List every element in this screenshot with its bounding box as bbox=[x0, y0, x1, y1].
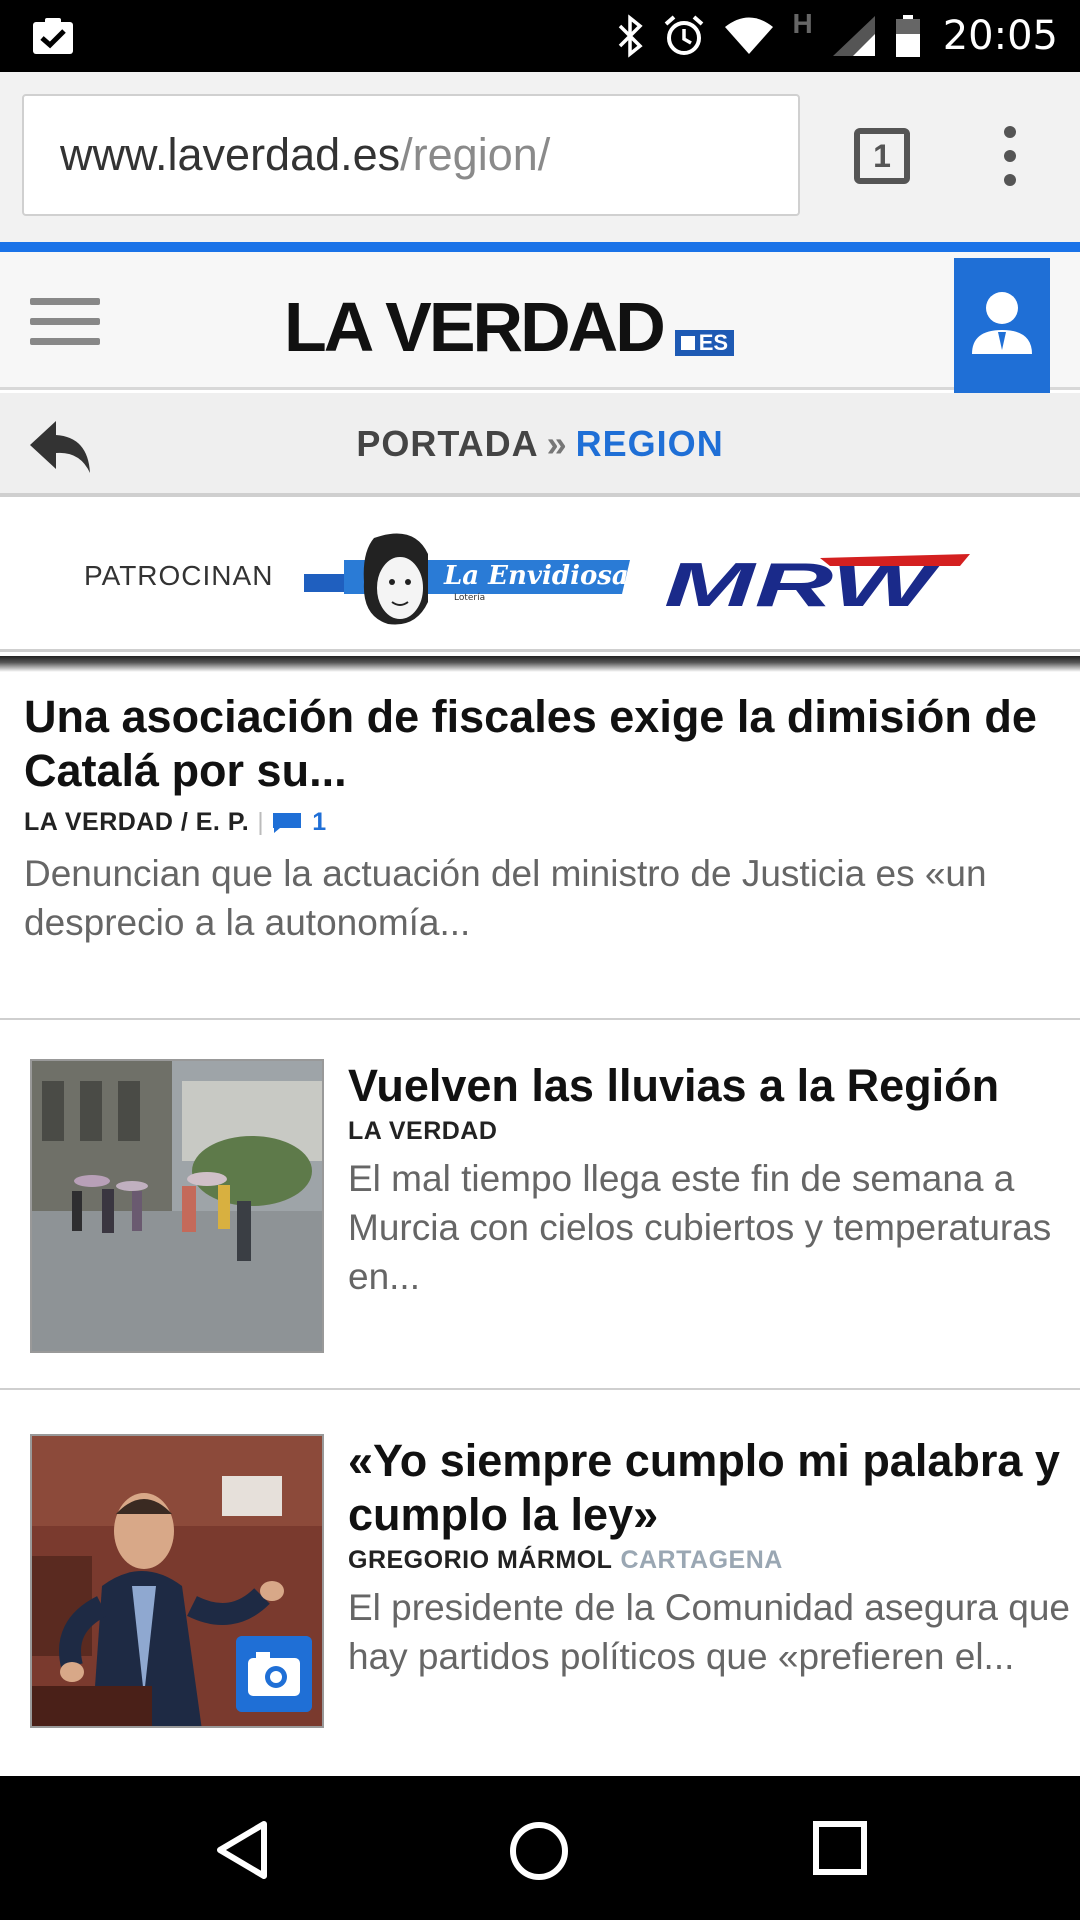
breadcrumb-separator: » bbox=[546, 423, 568, 464]
article-thumbnail[interactable] bbox=[30, 1059, 324, 1353]
article-summary: Denuncian que la actuación del ministro … bbox=[24, 853, 987, 944]
battery-icon bbox=[895, 15, 920, 57]
article-author: LA VERDAD bbox=[348, 1117, 498, 1145]
article-summary: El mal tiempo llega este fin de semana a… bbox=[348, 1158, 1052, 1298]
article-text: Vuelven las lluvias a la Región LA VERDA… bbox=[348, 1059, 1080, 1302]
comment-count[interactable]: 1 bbox=[312, 808, 326, 837]
mrw-logo[interactable]: MRW bbox=[660, 552, 970, 612]
comment-icon[interactable] bbox=[272, 812, 302, 834]
hamburger-menu-icon[interactable] bbox=[30, 298, 100, 348]
article-tag[interactable]: CARTAGENA bbox=[620, 1546, 782, 1575]
sponsors-label: PATROCINAN bbox=[84, 560, 274, 591]
browser-toolbar: www.laverdad.es/region/ 1 bbox=[0, 72, 1080, 242]
article-card[interactable]: Vuelven las lluvias a la Región LA VERDA… bbox=[30, 1059, 1060, 1355]
article-headline[interactable]: «Yo siempre cumplo mi palabra y cumplo l… bbox=[348, 1434, 1080, 1542]
status-bar: H 20:05 bbox=[0, 0, 1080, 72]
signal-icon bbox=[832, 16, 875, 56]
breadcrumb-current[interactable]: REGION bbox=[576, 423, 724, 464]
tab-switcher-button[interactable]: 1 bbox=[854, 128, 910, 184]
article-summary: El presidente de la Comunidad asegura qu… bbox=[348, 1587, 1070, 1678]
sponsors-banner: PATROCINAN La Envidiosa Lotería MRW bbox=[0, 500, 1080, 652]
system-nav-bar bbox=[0, 1776, 1080, 1920]
url-domain: www.laverdad.es bbox=[60, 129, 401, 180]
article-byline: GREGORIO MÁRMOL CARTAGENA bbox=[348, 1546, 1080, 1575]
breadcrumb-bar: PORTADA» REGION bbox=[0, 393, 1080, 497]
la-envidiosa-logo[interactable]: La Envidiosa Lotería bbox=[304, 530, 630, 626]
article-byline: LA VERDAD / E. P. | 1 bbox=[24, 808, 1060, 837]
menu-dot-icon bbox=[1004, 174, 1016, 186]
article-text: «Yo siempre cumplo mi palabra y cumplo l… bbox=[348, 1434, 1080, 1681]
breadcrumb-home-link[interactable]: PORTADA bbox=[356, 423, 538, 464]
byline-divider: | bbox=[257, 808, 265, 836]
bluetooth-icon bbox=[619, 14, 644, 58]
svg-text:La Envidiosa: La Envidiosa bbox=[443, 561, 629, 591]
logo-badge: ES bbox=[674, 330, 735, 356]
article-divider bbox=[0, 1018, 1080, 1020]
article-card[interactable]: «Yo siempre cumplo mi palabra y cumplo l… bbox=[30, 1434, 1070, 1730]
article-author: GREGORIO MÁRMOL bbox=[348, 1546, 613, 1574]
svg-text:Lotería: Lotería bbox=[454, 593, 485, 603]
tab-count: 1 bbox=[873, 137, 891, 174]
clipboard-check-icon bbox=[33, 18, 73, 54]
article-author: LA VERDAD / E. P. bbox=[24, 808, 250, 836]
menu-dot-icon bbox=[1004, 150, 1016, 162]
article-thumbnail[interactable] bbox=[30, 1434, 324, 1728]
article-headline[interactable]: Vuelven las lluvias a la Región bbox=[348, 1059, 1080, 1113]
site-header: LA VERDAD ES bbox=[0, 252, 1080, 390]
alarm-icon bbox=[665, 15, 704, 55]
network-type-label: H bbox=[792, 8, 813, 39]
article-divider bbox=[0, 1388, 1080, 1390]
section-shadow bbox=[0, 656, 1080, 672]
breadcrumb: PORTADA» REGION bbox=[0, 423, 1080, 465]
article-card[interactable]: Una asociación de fiscales exige la dimi… bbox=[24, 690, 1060, 947]
site-logo[interactable]: LA VERDAD ES bbox=[284, 282, 735, 366]
url-path: /region/ bbox=[400, 129, 551, 180]
article-headline[interactable]: Una asociación de fiscales exige la dimi… bbox=[24, 690, 1060, 798]
user-account-icon[interactable] bbox=[954, 258, 1050, 408]
browser-menu-button[interactable] bbox=[990, 122, 1030, 192]
wifi-icon bbox=[725, 17, 774, 54]
rainy-street-image bbox=[32, 1061, 322, 1351]
back-nav-icon[interactable] bbox=[214, 1820, 270, 1880]
home-nav-icon[interactable] bbox=[508, 1820, 570, 1882]
menu-dot-icon bbox=[1004, 126, 1016, 138]
url-bar[interactable]: www.laverdad.es/region/ bbox=[22, 94, 800, 216]
camera-icon bbox=[236, 1636, 312, 1712]
page-load-progress bbox=[0, 242, 1080, 252]
article-byline: LA VERDAD bbox=[348, 1117, 1080, 1146]
logo-text: LA VERDAD bbox=[284, 288, 666, 366]
recents-nav-icon[interactable] bbox=[812, 1820, 868, 1876]
status-time: 20:05 bbox=[942, 13, 1058, 59]
